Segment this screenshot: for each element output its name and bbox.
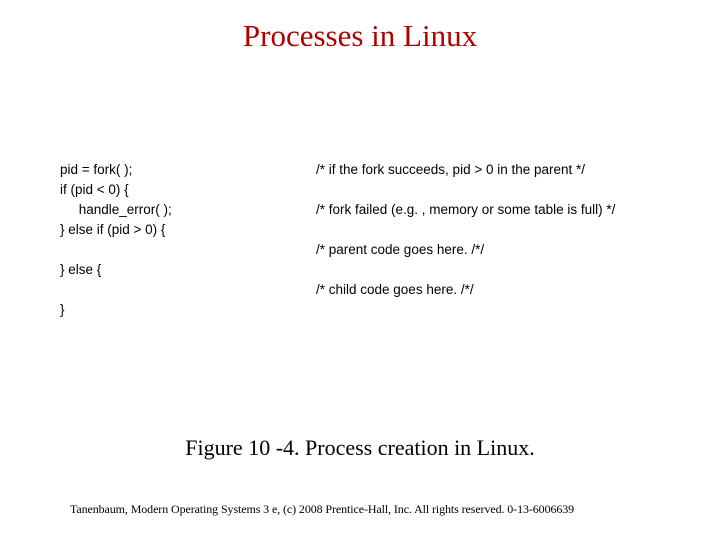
code-comment: /* if the fork succeeds, pid > 0 in the … <box>316 160 585 180</box>
code-left: } else if (pid > 0) { <box>60 220 316 240</box>
slide: Processes in Linux pid = fork( ); /* if … <box>0 0 720 540</box>
code-figure: pid = fork( ); /* if the fork succeeds, … <box>60 160 615 320</box>
code-row: } else if (pid > 0) { <box>60 220 615 240</box>
code-left: } <box>60 300 316 320</box>
code-left: handle_error( ); <box>60 200 316 220</box>
code-left: if (pid < 0) { <box>60 180 316 200</box>
code-row: handle_error( ); /* fork failed (e.g. , … <box>60 200 615 220</box>
code-comment: /* child code goes here. /*/ <box>316 280 474 300</box>
code-row: pid = fork( ); /* if the fork succeeds, … <box>60 160 615 180</box>
code-left: } else { <box>60 260 316 280</box>
code-left: pid = fork( ); <box>60 160 316 180</box>
code-row: /* parent code goes here. /*/ <box>60 240 615 260</box>
code-left <box>60 280 316 300</box>
code-row: if (pid < 0) { <box>60 180 615 200</box>
figure-caption: Figure 10 -4. Process creation in Linux. <box>0 435 720 461</box>
code-row: } <box>60 300 615 320</box>
code-left <box>60 240 316 260</box>
code-comment: /* fork failed (e.g. , memory or some ta… <box>316 200 615 220</box>
copyright-footer: Tanenbaum, Modern Operating Systems 3 e,… <box>70 502 574 517</box>
code-row: } else { <box>60 260 615 280</box>
slide-title: Processes in Linux <box>0 18 720 54</box>
code-comment: /* parent code goes here. /*/ <box>316 240 484 260</box>
code-row: /* child code goes here. /*/ <box>60 280 615 300</box>
